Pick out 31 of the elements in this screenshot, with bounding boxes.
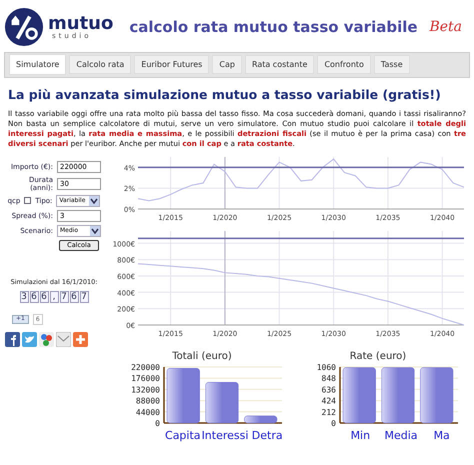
y-tick-label: 0 <box>331 418 336 428</box>
y-tick-label: 424 <box>322 396 336 406</box>
counter-digit: 7 <box>60 290 68 302</box>
counter-digit: 6 <box>30 290 38 302</box>
category-label: Capita <box>164 428 202 442</box>
y-tick-label: 636 <box>322 384 336 394</box>
category-label: Media <box>383 428 419 442</box>
y-tick-label: 212 <box>322 407 336 416</box>
main-heading: La più avanzata simulazione mutuo a tasso variabile (gratis!) <box>8 86 442 104</box>
counter-digit: , <box>50 290 58 302</box>
y-tick-label: 0 <box>155 418 160 428</box>
page-title: calcolo rata mutuo tasso variabile <box>129 16 418 38</box>
counter-digit: 3 <box>20 290 28 302</box>
y-tick-label: 848 <box>322 374 336 383</box>
chart-title: Rate (euro) <box>350 350 406 362</box>
category-label: Ma <box>432 428 451 442</box>
y-tick-label: 88000 <box>136 396 160 406</box>
y-tick-label: 220000 <box>131 362 160 372</box>
category-label: Interessi <box>202 428 248 442</box>
category-label: Detra <box>250 428 284 442</box>
counter-digit: 6 <box>40 290 48 302</box>
counter-digit: 6 <box>70 290 78 302</box>
category-label: Min <box>350 428 372 442</box>
logo-wordmark: mutuo <box>48 14 114 32</box>
y-tick-label: 1060 <box>316 362 336 372</box>
y-tick-label: 132000 <box>131 384 160 394</box>
beta-label: Beta <box>429 18 462 36</box>
y-tick-label: 176000 <box>131 374 160 383</box>
chart-title: Totali (euro) <box>172 350 232 362</box>
counter-digit: 7 <box>80 290 88 302</box>
y-tick-label: 44000 <box>136 407 160 416</box>
